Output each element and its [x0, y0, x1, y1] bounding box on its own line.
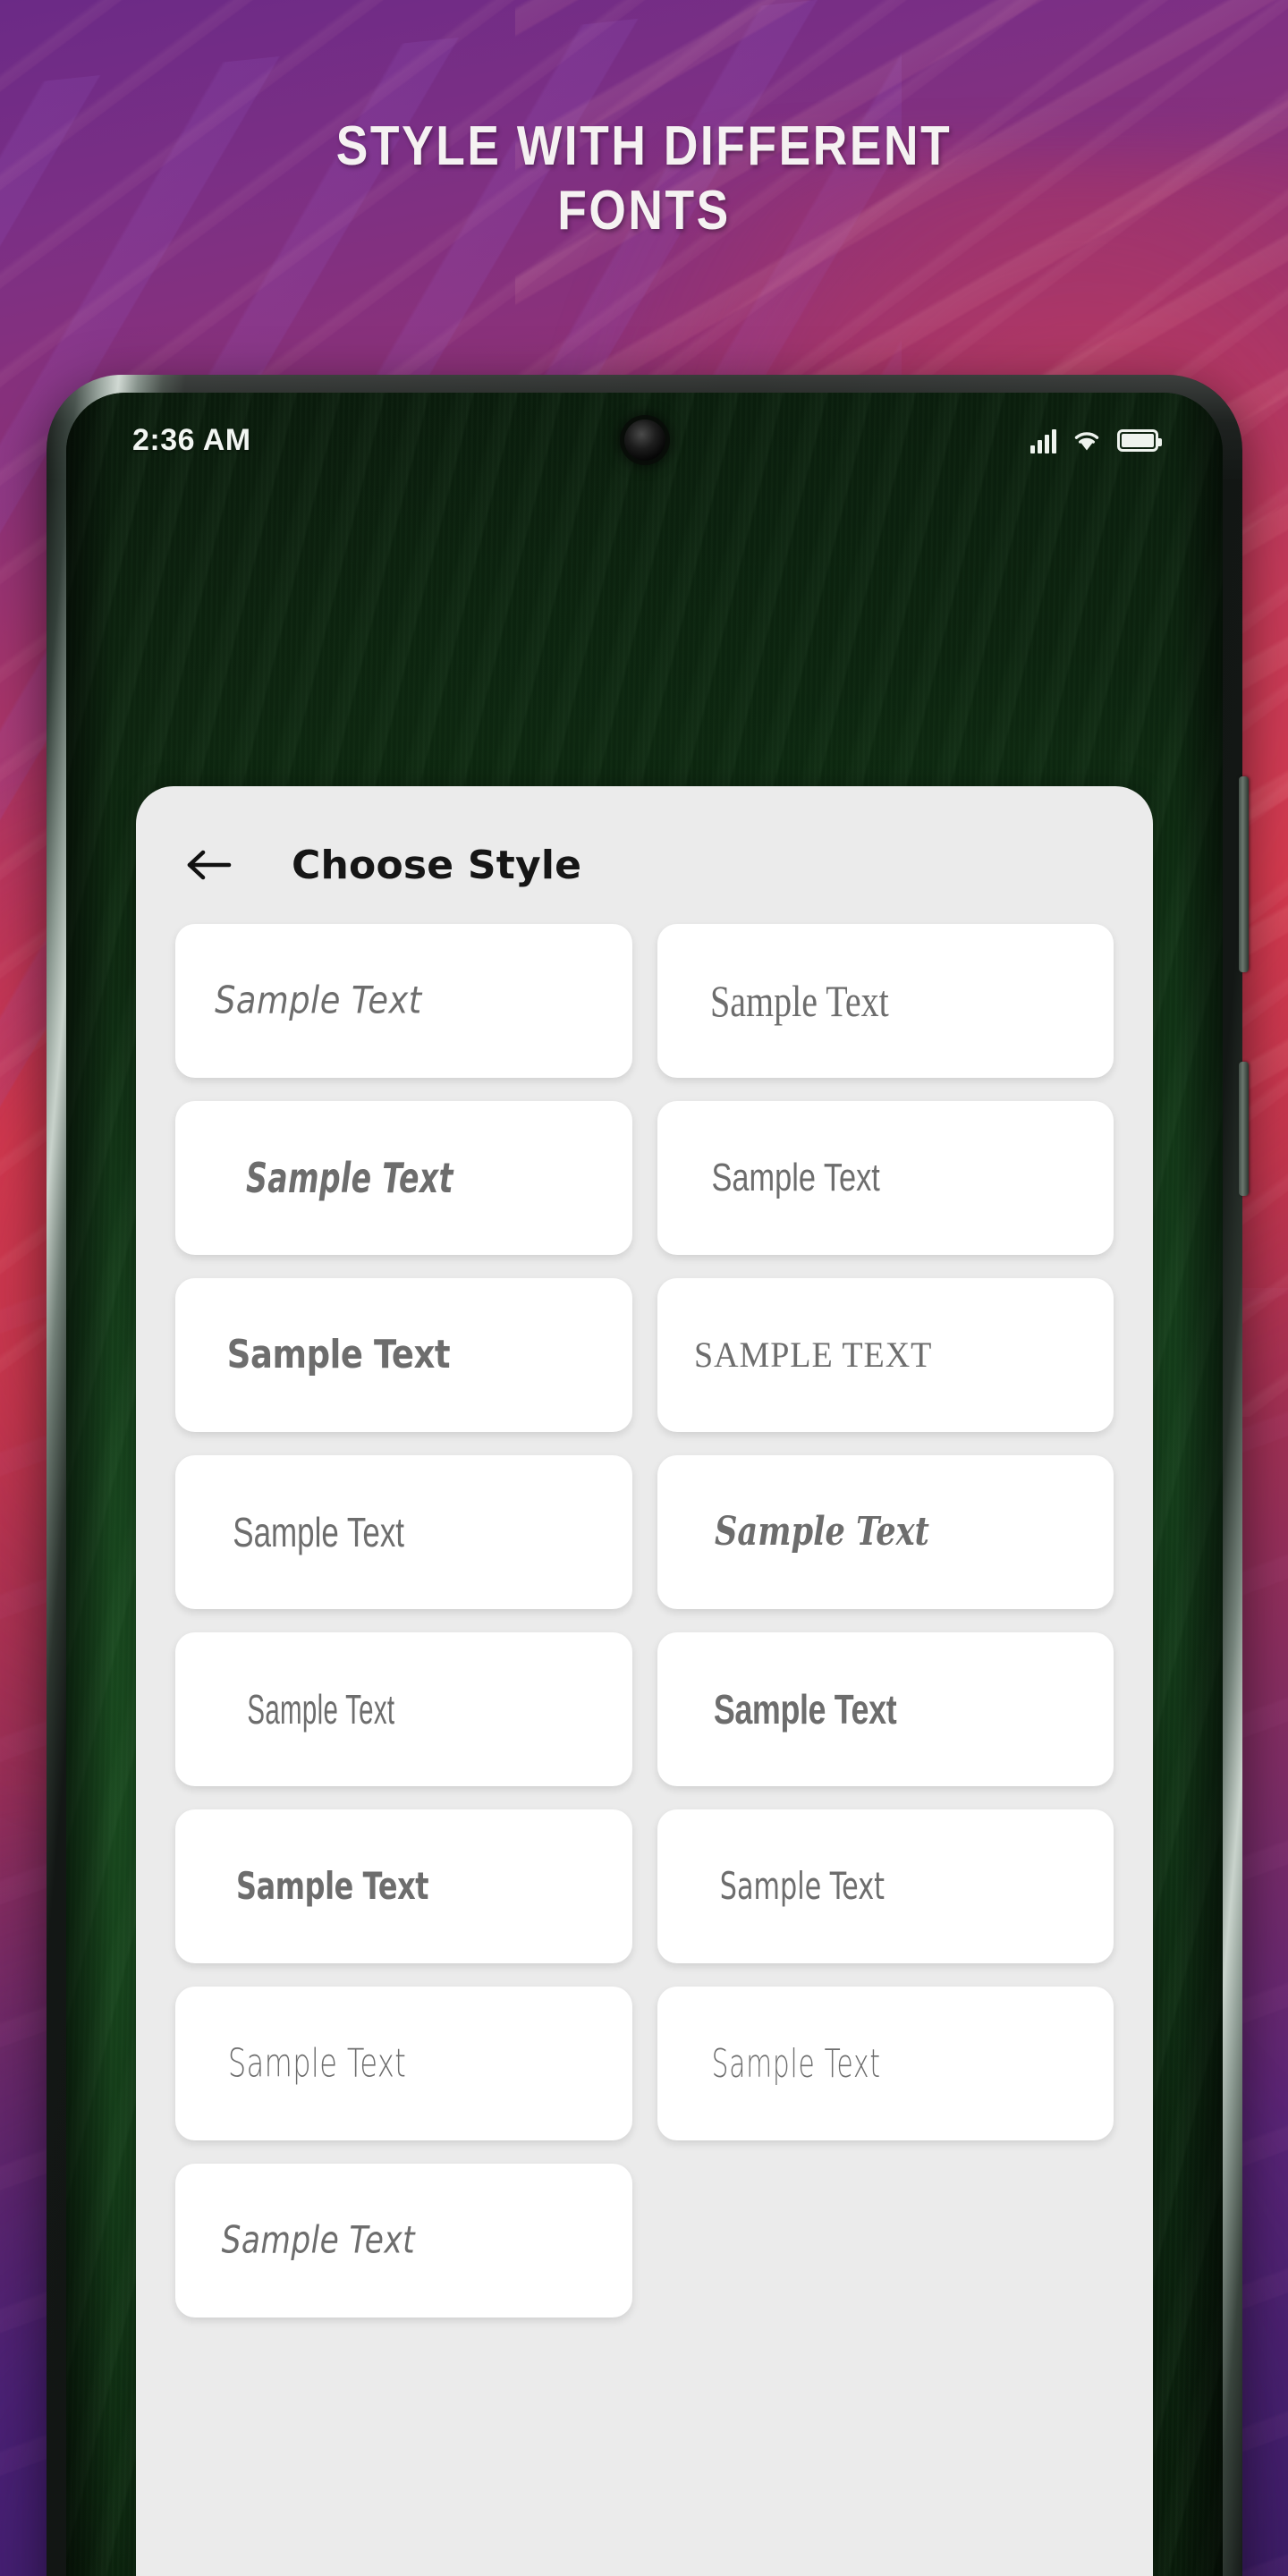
- signal-bars-icon: [1030, 427, 1056, 453]
- status-icons: [1030, 427, 1162, 453]
- status-time: 2:36 AM: [132, 422, 251, 457]
- phone-body: W y 2:36 AM: [47, 375, 1242, 2576]
- style-card-4[interactable]: Sample Text: [657, 1101, 1114, 1255]
- back-arrow-icon: [186, 847, 233, 883]
- style-sample-label: Sample Text: [719, 1864, 885, 1908]
- style-grid: Sample Text Sample Text Sample Text Samp…: [136, 924, 1153, 2371]
- style-sample-label: Sample Text: [247, 1686, 395, 1733]
- sheet-header: Choose Style: [136, 786, 1153, 924]
- style-sample-label: Sample Text: [709, 976, 889, 1026]
- style-card-9[interactable]: Sample Text: [175, 1632, 632, 1786]
- style-card-10[interactable]: Sample Text: [657, 1632, 1114, 1786]
- power-button[interactable]: [1239, 1062, 1249, 1196]
- style-sample-label: Sample Text: [714, 1509, 929, 1555]
- style-card-2[interactable]: Sample Text: [657, 924, 1114, 1078]
- punch-hole-camera-icon: [623, 419, 665, 461]
- style-sample-label: Sample Text: [713, 1686, 896, 1733]
- style-sample-label: Sample Text: [227, 2040, 407, 2087]
- page-title: Choose Style: [292, 842, 582, 888]
- back-button[interactable]: [186, 836, 252, 894]
- promo-screenshot: STYLE WITH DIFFERENT FONTS W y 2:36 AM: [0, 0, 1288, 2576]
- style-card-1[interactable]: Sample Text: [175, 924, 632, 1078]
- style-card-11[interactable]: Sample Text: [175, 1809, 632, 1963]
- choose-style-sheet: Choose Style Sample Text Sample Text Sam…: [136, 786, 1153, 2576]
- style-card-6[interactable]: SAMPLE TEXT: [657, 1278, 1114, 1432]
- style-sample-label: Sample Text: [235, 1864, 429, 1908]
- style-card-5[interactable]: Sample Text: [175, 1278, 632, 1432]
- wifi-icon: [1072, 428, 1102, 453]
- style-sample-label: Sample Text: [221, 2219, 416, 2262]
- style-card-8[interactable]: Sample Text: [657, 1455, 1114, 1609]
- style-sample-label: Sample Text: [246, 1154, 453, 1202]
- style-sample-label: Sample Text: [215, 979, 422, 1023]
- phone-screen: W y 2:36 AM: [66, 393, 1223, 2576]
- style-card-7[interactable]: Sample Text: [175, 1455, 632, 1609]
- style-card-15[interactable]: Sample Text: [175, 2164, 632, 2318]
- phone-mockup: W y 2:36 AM: [47, 375, 1249, 2576]
- volume-rocker-button[interactable]: [1239, 776, 1249, 972]
- style-card-14[interactable]: Sample Text: [657, 1987, 1114, 2140]
- style-card-3[interactable]: Sample Text: [175, 1101, 632, 1255]
- style-card-13[interactable]: Sample Text: [175, 1987, 632, 2140]
- style-sample-label: Sample Text: [226, 1332, 451, 1377]
- battery-icon: [1117, 428, 1162, 452]
- promo-headline: STYLE WITH DIFFERENT FONTS: [335, 115, 953, 242]
- style-sample-label: Sample Text: [233, 1509, 405, 1555]
- style-sample-label: Sample Text: [711, 1156, 880, 1199]
- style-sample-label: Sample Text: [711, 2040, 881, 2087]
- style-card-12[interactable]: Sample Text: [657, 1809, 1114, 1963]
- style-sample-label: SAMPLE TEXT: [693, 1335, 932, 1375]
